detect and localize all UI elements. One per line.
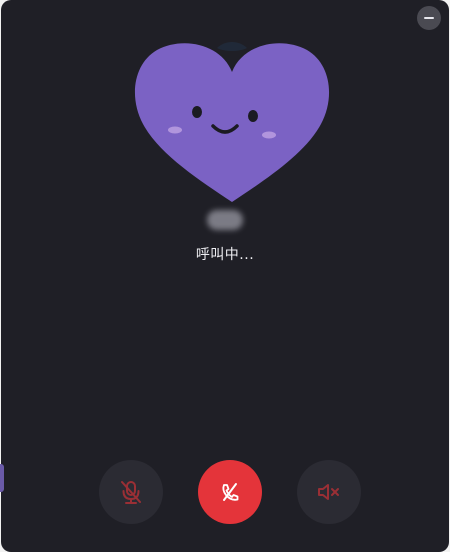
mute-button[interactable]: [99, 460, 163, 524]
phone-hangup-icon: [222, 483, 239, 501]
speaker-off-icon: [318, 484, 339, 500]
call-status: 呼叫中...: [195, 247, 255, 263]
callee-avatar: [134, 42, 330, 202]
mic-off-icon: [121, 481, 141, 504]
background-window-edge: [0, 464, 4, 492]
speaker-button[interactable]: [297, 460, 361, 524]
contact-name-redacted: [1, 210, 449, 230]
minimize-icon: [424, 17, 434, 19]
call-window: 呼叫中...: [1, 0, 449, 552]
hangup-button[interactable]: [198, 460, 262, 524]
minimize-button[interactable]: [417, 6, 441, 30]
